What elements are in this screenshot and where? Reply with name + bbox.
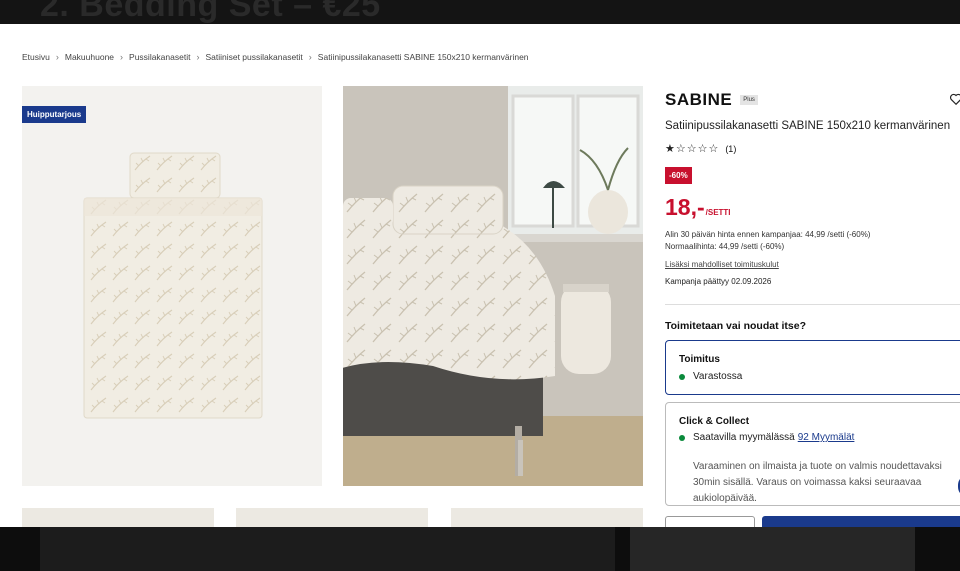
top-video-overlay: 2. Bedding Set – €25: [0, 0, 960, 24]
thumbnail-2[interactable]: [236, 508, 428, 527]
campaign-end: Kampanja päättyy 02.09.2026: [665, 277, 772, 286]
product-image-room[interactable]: [343, 86, 643, 486]
click-collect-note: Varaaminen on ilmaista ja tuote on valmi…: [693, 461, 942, 504]
shipping-status-text: Varastossa: [693, 371, 743, 382]
shipping-option-card[interactable]: Toimitus Varastossa: [665, 340, 960, 395]
discount-badge: -60%: [665, 167, 692, 184]
rating[interactable]: ★☆☆☆☆ (1): [665, 142, 736, 155]
product-page: Etusivu › Makuuhuone › Pussilakanasetit …: [0, 24, 960, 527]
breadcrumb-item-duvet-sets[interactable]: Pussilakanasetit: [129, 52, 190, 62]
review-count[interactable]: (1): [725, 144, 736, 154]
price-unit: /SETTI: [705, 208, 731, 217]
background-texture: [40, 527, 915, 571]
click-collect-card[interactable]: Click & Collect Saatavilla myymälässä 92…: [665, 402, 960, 506]
heart-icon[interactable]: [949, 92, 960, 106]
bedding-set-illustration: [83, 152, 263, 419]
thumbnail-1[interactable]: [22, 508, 214, 527]
breadcrumb-item-home[interactable]: Etusivu: [22, 52, 50, 62]
quantity-stepper[interactable]: [665, 516, 755, 527]
breadcrumb-item-satin-sets[interactable]: Satiiniset pussilakanasetit: [205, 52, 302, 62]
delivery-costs-link[interactable]: Lisäksi mahdolliset toimituskulut: [665, 260, 779, 269]
price: 18,- /SETTI: [665, 194, 731, 221]
price-notes: Alin 30 päivän hinta ennen kampanjaa: 44…: [665, 229, 870, 252]
breadcrumb-item-current: Satiinipussilakanasetti SABINE 150x210 k…: [317, 52, 529, 62]
star-rating-icon: ★☆☆☆☆: [665, 143, 720, 155]
available-dot-icon: [679, 434, 685, 441]
chevron-right-icon: ›: [120, 52, 124, 62]
lowest-price-note: Alin 30 päivän hinta ennen kampanjaa: 44…: [665, 230, 871, 239]
shipping-status: Varastossa: [679, 371, 742, 382]
overlay-caption: 2. Bedding Set – €25: [40, 0, 381, 24]
thumbnail-3[interactable]: [451, 508, 643, 527]
divider: [665, 304, 960, 305]
product-info: SABINE Plus Satiinipussilakanasetti SABI…: [665, 24, 960, 527]
add-to-cart-button[interactable]: [762, 516, 960, 527]
offer-badge: Huipputarjous: [22, 106, 87, 123]
bedroom-photo: [343, 86, 643, 486]
bottom-video-overlay: [0, 527, 960, 571]
breadcrumb-item-bedroom[interactable]: Makuuhuone: [65, 52, 114, 62]
product-title: Satiinipussilakanasetti SABINE 150x210 k…: [665, 120, 951, 132]
click-collect-title: Click & Collect: [679, 416, 750, 427]
delivery-question: Toimitetaan vai noudat itse?: [665, 320, 806, 332]
breadcrumb: Etusivu › Makuuhuone › Pussilakanasetit …: [22, 52, 529, 62]
plus-badge: Plus: [740, 95, 758, 105]
chevron-right-icon: ›: [55, 52, 59, 62]
shipping-title: Toimitus: [679, 354, 720, 365]
product-image-main[interactable]: Huipputarjous: [22, 86, 322, 486]
price-value: 18,-: [665, 194, 705, 220]
brand-row: SABINE Plus: [665, 90, 758, 110]
click-collect-status: Saatavilla myymälässä 92 Myymälät: [679, 432, 854, 443]
stores-link[interactable]: 92 Myymälät: [798, 432, 855, 443]
brand-name[interactable]: SABINE: [665, 90, 732, 110]
normal-price-note: Normaalihinta: 44,99 /setti (-60%): [665, 241, 785, 251]
chevron-right-icon: ›: [308, 52, 312, 62]
in-stock-dot-icon: [679, 373, 685, 380]
chevron-right-icon: ›: [196, 52, 200, 62]
availability-text: Saatavilla myymälässä: [693, 432, 795, 443]
